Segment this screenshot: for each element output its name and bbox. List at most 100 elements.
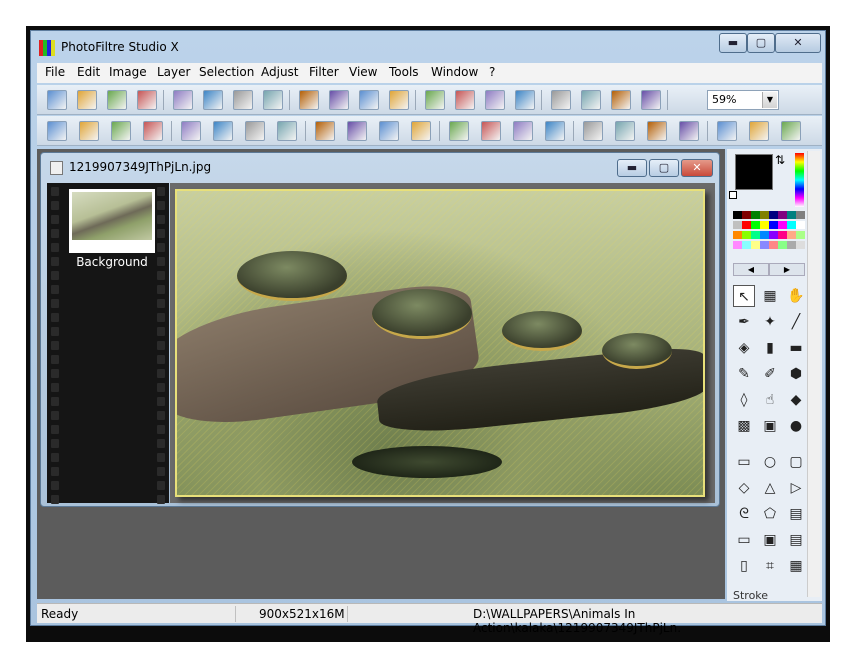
- palette-swatch[interactable]: [796, 241, 805, 249]
- palette-next-button[interactable]: ▶: [769, 263, 805, 276]
- palette-swatch[interactable]: [760, 221, 769, 229]
- color-grid-icon[interactable]: [389, 90, 409, 110]
- swap-colors-icon[interactable]: ⇅: [775, 153, 785, 167]
- menu-window[interactable]: Window: [431, 65, 478, 79]
- text-icon[interactable]: [551, 90, 571, 110]
- fixed-size-icon[interactable]: ▯: [733, 555, 755, 577]
- rounded-rect-icon[interactable]: ▢: [785, 451, 807, 473]
- palette-swatch[interactable]: [769, 231, 778, 239]
- maximize-button[interactable]: ▢: [747, 33, 775, 53]
- menu-view[interactable]: View: [349, 65, 377, 79]
- stamp-icon[interactable]: ⬢: [785, 363, 807, 385]
- selection-icon[interactable]: [515, 90, 535, 110]
- menu-adjust[interactable]: Adjust: [261, 65, 299, 79]
- gamma-minus-icon[interactable]: [245, 121, 265, 141]
- frame-icon[interactable]: [749, 121, 769, 141]
- gamma-plus-icon[interactable]: [277, 121, 297, 141]
- palette-swatch[interactable]: [751, 231, 760, 239]
- doc-minimize-button[interactable]: ▬: [617, 159, 647, 177]
- doc-maximize-button[interactable]: ▢: [649, 159, 679, 177]
- explorer-icon[interactable]: [581, 90, 601, 110]
- palette-swatch[interactable]: [742, 211, 751, 219]
- title-bar[interactable]: PhotoFiltre Studio X ▬ ▢ ✕: [31, 31, 825, 61]
- palette-swatch[interactable]: [760, 241, 769, 249]
- palette-swatch[interactable]: [733, 241, 742, 249]
- spray-icon[interactable]: ▮: [759, 337, 781, 359]
- ratio-32-icon[interactable]: ▤: [785, 529, 807, 551]
- crop-icon[interactable]: ⌗: [759, 555, 781, 577]
- paste-icon[interactable]: [299, 90, 319, 110]
- brightness-plus-icon[interactable]: [143, 121, 163, 141]
- pattern-icon[interactable]: ▩: [733, 415, 755, 437]
- ratio-free-icon[interactable]: ▭: [733, 529, 755, 551]
- save-icon[interactable]: [107, 90, 127, 110]
- menu-selection[interactable]: Selection: [199, 65, 254, 79]
- copy-icon[interactable]: [263, 90, 283, 110]
- mask-icon[interactable]: [425, 90, 445, 110]
- palette-swatch[interactable]: [796, 221, 805, 229]
- gradient-icon[interactable]: [717, 121, 737, 141]
- sharpen-icon[interactable]: [647, 121, 667, 141]
- palette-swatch[interactable]: [778, 231, 787, 239]
- menu-help[interactable]: ?: [489, 65, 495, 79]
- drops-icon[interactable]: [615, 121, 635, 141]
- palette-swatch[interactable]: [733, 221, 742, 229]
- palette-swatch[interactable]: [769, 241, 778, 249]
- palette-swatch[interactable]: [733, 231, 742, 239]
- saturation-plus-icon[interactable]: [347, 121, 367, 141]
- palette-swatch[interactable]: [742, 241, 751, 249]
- palette-swatch[interactable]: [778, 221, 787, 229]
- portrait-icon[interactable]: ▣: [759, 415, 781, 437]
- palette-swatch[interactable]: [778, 241, 787, 249]
- menu-image[interactable]: Image: [109, 65, 147, 79]
- panel-scrollbar[interactable]: [807, 151, 820, 597]
- palette-swatch[interactable]: [787, 231, 796, 239]
- preview-icon[interactable]: [641, 90, 661, 110]
- palette-swatch[interactable]: [751, 221, 760, 229]
- rubber-icon[interactable]: ◆: [785, 389, 807, 411]
- doc-close-button[interactable]: ✕: [681, 159, 713, 177]
- texture-icon[interactable]: [513, 121, 533, 141]
- undo-icon[interactable]: [203, 90, 223, 110]
- ellipse-icon[interactable]: ○: [759, 451, 781, 473]
- palette-swatch[interactable]: [787, 221, 796, 229]
- close-button[interactable]: ✕: [775, 33, 821, 53]
- palette-swatch[interactable]: [796, 231, 805, 239]
- palette-swatch[interactable]: [769, 211, 778, 219]
- palette-swatch[interactable]: [751, 211, 760, 219]
- palette-swatch[interactable]: [796, 211, 805, 219]
- auto-levels-icon[interactable]: [47, 121, 67, 141]
- balance-icon[interactable]: [411, 121, 431, 141]
- photo-canvas[interactable]: [175, 189, 705, 497]
- auto-contrast-icon[interactable]: [79, 121, 99, 141]
- ratio-43-icon[interactable]: ▣: [759, 529, 781, 551]
- selection-arrow-icon[interactable]: ↖: [733, 285, 755, 307]
- paste-new-icon[interactable]: [329, 90, 349, 110]
- grid-icon[interactable]: [481, 121, 501, 141]
- pipette-icon[interactable]: ✒: [733, 311, 755, 333]
- zoom-combo[interactable]: 59% ▼: [707, 90, 779, 110]
- saturation-minus-icon[interactable]: [315, 121, 335, 141]
- palette-swatch[interactable]: [742, 221, 751, 229]
- triangle-icon[interactable]: △: [759, 477, 781, 499]
- brightness-minus-icon[interactable]: [111, 121, 131, 141]
- histogram-icon[interactable]: [379, 121, 399, 141]
- finger-icon[interactable]: ☝: [759, 389, 781, 411]
- menu-file[interactable]: File: [45, 65, 65, 79]
- blur-drop-icon[interactable]: ◊: [733, 389, 755, 411]
- menu-layer[interactable]: Layer: [157, 65, 190, 79]
- layer-mask-icon[interactable]: [485, 90, 505, 110]
- polygon-icon[interactable]: ⬠: [759, 503, 781, 525]
- palette-swatch[interactable]: [760, 231, 769, 239]
- palette-swatch[interactable]: [769, 221, 778, 229]
- palette-swatch[interactable]: [778, 211, 787, 219]
- redo-icon[interactable]: [233, 90, 253, 110]
- palette-swatch[interactable]: [751, 241, 760, 249]
- options-icon[interactable]: ▦: [785, 555, 807, 577]
- contrast-plus-icon[interactable]: [213, 121, 233, 141]
- new-icon[interactable]: [47, 90, 67, 110]
- layer-icon[interactable]: [455, 90, 475, 110]
- sharpen-more-icon[interactable]: [679, 121, 699, 141]
- foreground-color[interactable]: [735, 154, 773, 190]
- line-icon[interactable]: ╱: [785, 311, 807, 333]
